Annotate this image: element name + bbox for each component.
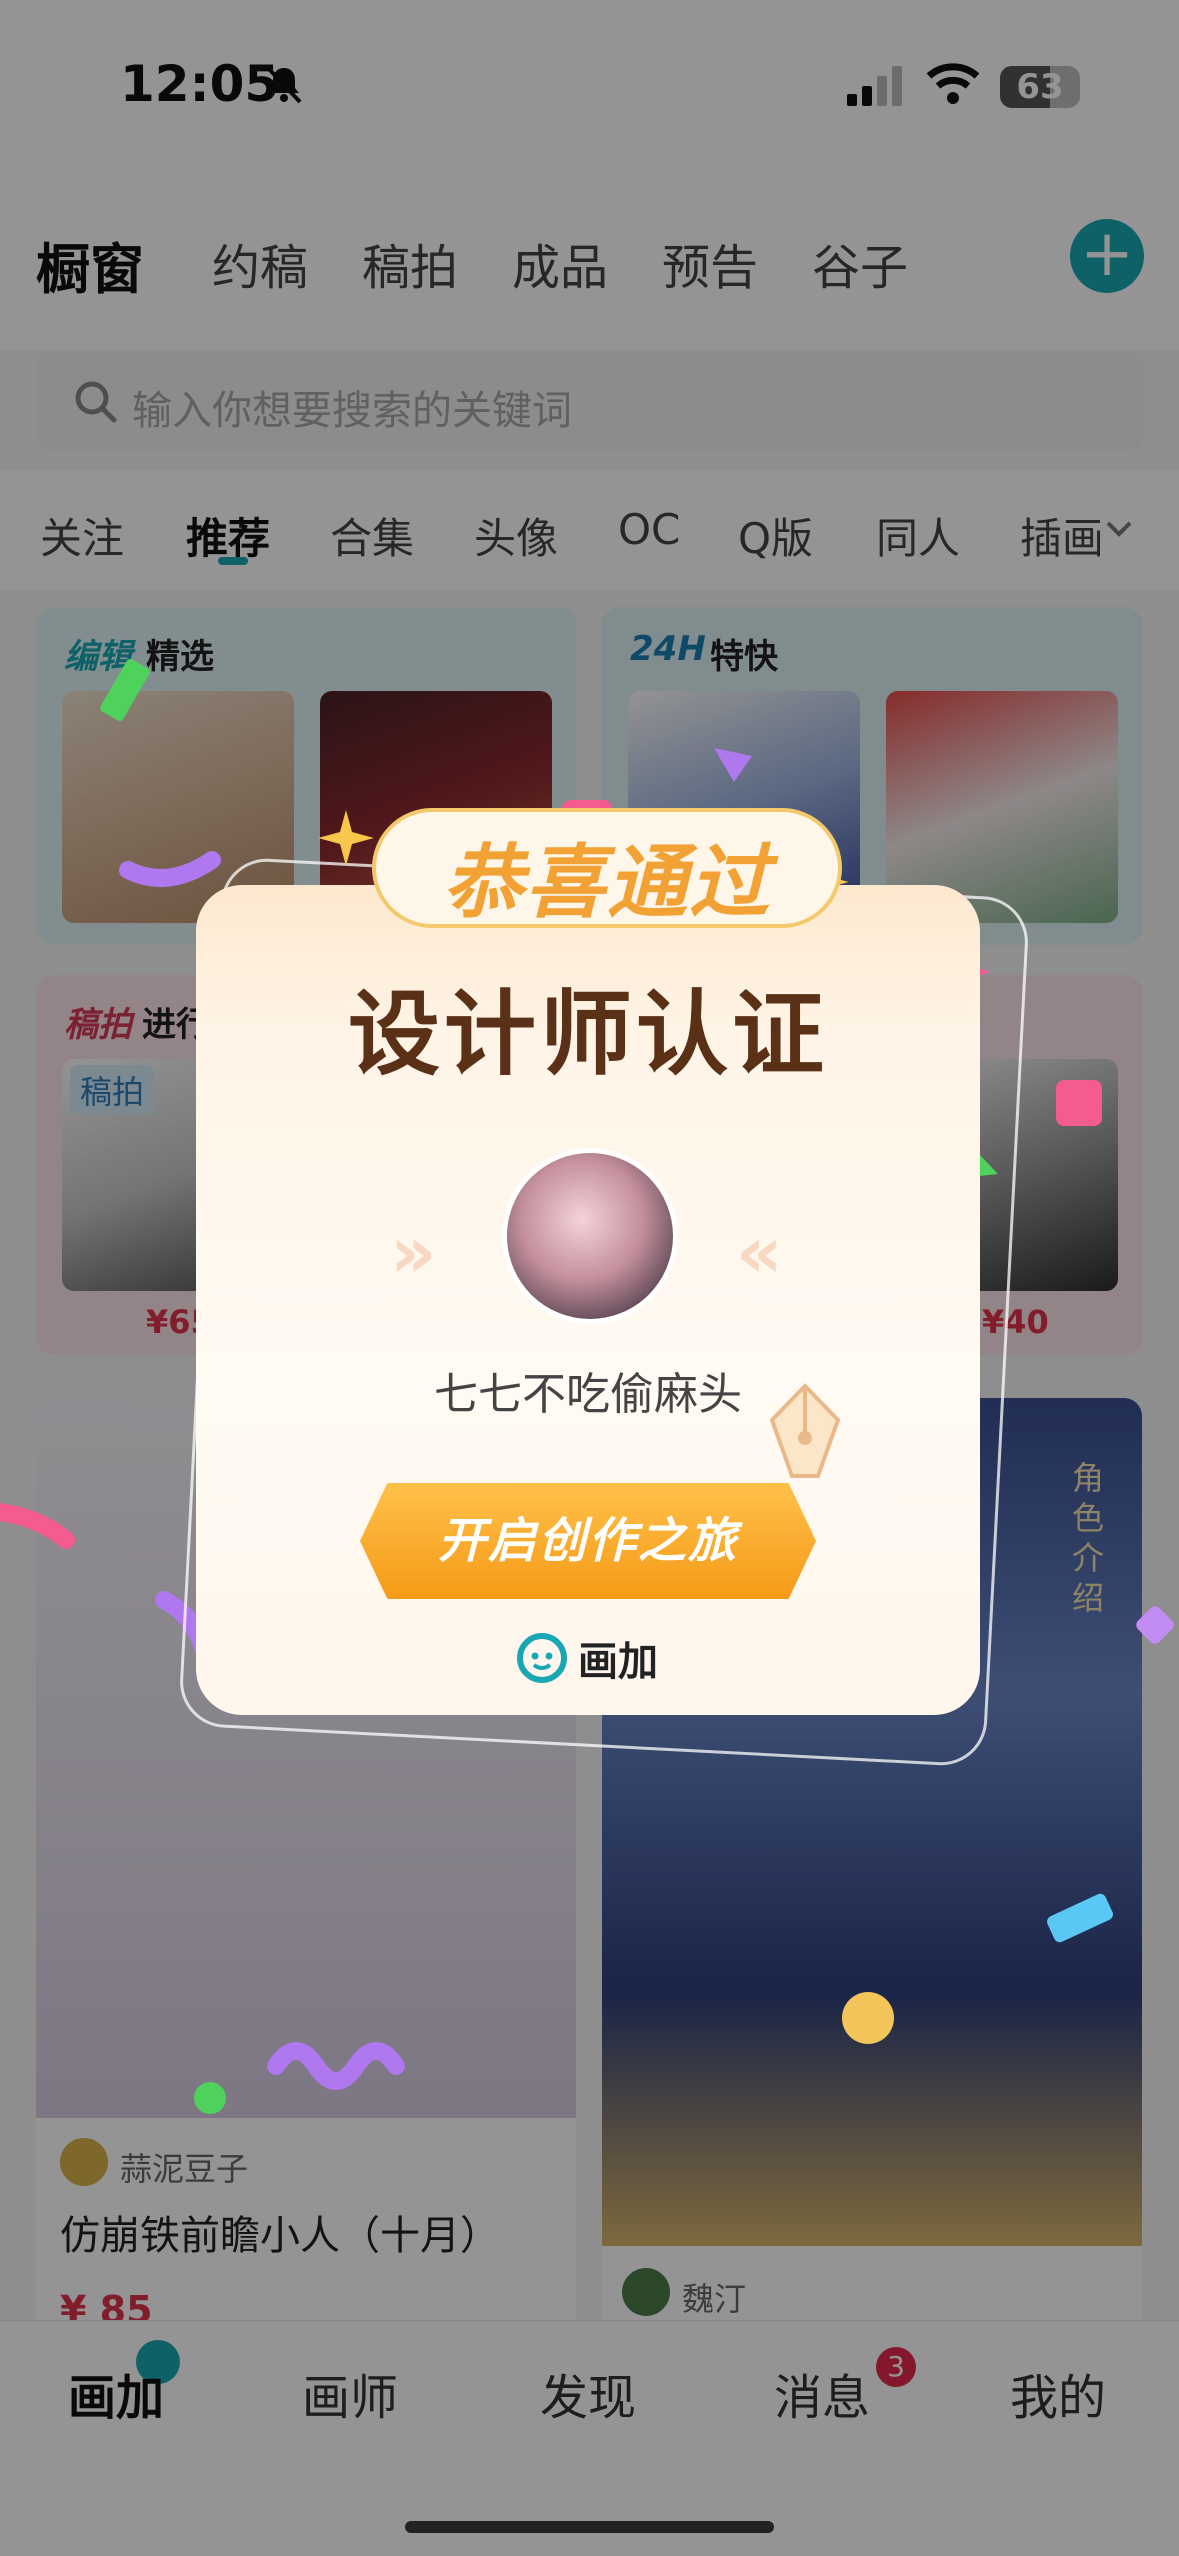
user-avatar [502,1148,678,1324]
brand-logo: 画加 [516,1628,658,1688]
congrats-banner-text: 恭喜通过 [443,836,771,929]
app-logo-icon [517,1633,567,1683]
right-chevrons-icon: « [736,1210,783,1294]
username: 七七不吃偷麻头 [434,1369,742,1420]
sparkle-icon [318,810,374,866]
home-indicator [405,2521,774,2533]
left-chevrons-icon: » [390,1210,437,1294]
modal-title: 设计师认证 [347,981,828,1088]
pen-nib-icon [769,1383,841,1478]
brand-name: 画加 [578,1639,658,1685]
start-creating-button[interactable]: 开启创作之旅 [360,1483,816,1599]
